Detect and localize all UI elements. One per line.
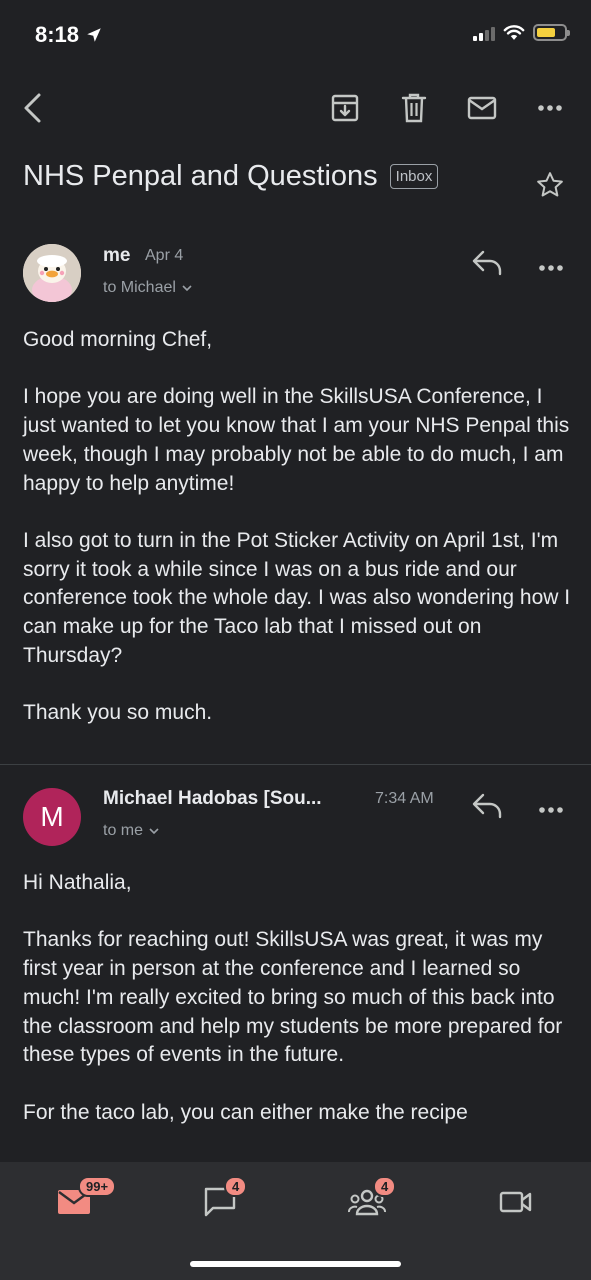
status-time: 8:18 bbox=[35, 22, 103, 48]
message-paragraph: I also got to turn in the Pot Sticker Ac… bbox=[23, 528, 571, 667]
mail-icon bbox=[467, 96, 497, 120]
reply-button[interactable] bbox=[470, 248, 504, 283]
message-paragraph: Good morning Chef, bbox=[23, 328, 213, 351]
reply-icon bbox=[472, 793, 502, 819]
chevron-down-icon bbox=[182, 285, 192, 292]
nav-spaces-button[interactable]: 4 bbox=[343, 1176, 397, 1222]
recipient-details[interactable]: to Michael bbox=[103, 279, 193, 297]
battery-icon bbox=[533, 24, 570, 41]
more-options-button[interactable] bbox=[532, 90, 568, 126]
nav-meet-button[interactable] bbox=[492, 1182, 540, 1222]
sender-name: Michael Hadobas [Sou... bbox=[103, 788, 322, 809]
delete-button[interactable] bbox=[396, 90, 432, 126]
more-horizontal-icon bbox=[539, 265, 563, 271]
message-more-button[interactable] bbox=[538, 259, 564, 277]
status-icons bbox=[473, 24, 570, 41]
star-icon bbox=[537, 172, 563, 197]
wifi-icon bbox=[503, 25, 525, 40]
nav-mail-button[interactable]: 99+ bbox=[50, 1176, 117, 1222]
chevron-down-icon bbox=[149, 828, 159, 835]
sender-name: me bbox=[103, 245, 131, 266]
message-paragraph: Thank you so much. bbox=[23, 701, 213, 725]
message-divider bbox=[0, 764, 591, 765]
video-camera-icon bbox=[499, 1191, 532, 1213]
archive-icon bbox=[331, 94, 359, 122]
cellular-signal-icon bbox=[473, 25, 495, 41]
home-indicator[interactable] bbox=[190, 1261, 401, 1267]
message-body: Good morning Chef, I hope you are doing … bbox=[23, 326, 573, 728]
reply-button[interactable] bbox=[470, 791, 504, 826]
recipient-details[interactable]: to me bbox=[103, 822, 160, 840]
location-arrow-icon bbox=[87, 28, 101, 42]
more-horizontal-icon bbox=[539, 807, 563, 813]
message-body: Hi Nathalia, Thanks for reaching out! Sk… bbox=[23, 869, 573, 1162]
back-arrow-icon bbox=[24, 93, 41, 123]
star-button[interactable] bbox=[535, 170, 565, 205]
message-paragraph: Thanks for reaching out! SkillsUSA was g… bbox=[23, 928, 563, 1067]
message-date: 7:34 AM bbox=[375, 790, 434, 807]
trash-icon bbox=[401, 93, 427, 123]
chat-unread-badge: 4 bbox=[224, 1176, 248, 1197]
more-horizontal-icon bbox=[538, 105, 562, 111]
nav-chat-button[interactable]: 4 bbox=[196, 1176, 248, 1222]
message-paragraph: I hope you are doing well in the SkillsU… bbox=[23, 385, 570, 495]
email-subject: NHS Penpal and Questions Inbox bbox=[23, 160, 439, 193]
message-date: Apr 4 bbox=[145, 247, 184, 264]
inbox-label-badge[interactable]: Inbox bbox=[389, 164, 439, 189]
back-button[interactable] bbox=[14, 90, 50, 126]
reply-icon bbox=[472, 250, 502, 276]
message-paragraph: Hi Nathalia, bbox=[23, 871, 132, 894]
spaces-unread-badge: 4 bbox=[373, 1176, 397, 1197]
avatar[interactable] bbox=[23, 244, 81, 302]
message-paragraph: For the taco lab, you can either make th… bbox=[23, 1100, 468, 1124]
message-more-button[interactable] bbox=[538, 801, 564, 819]
archive-button[interactable] bbox=[327, 90, 363, 126]
sender-avatar[interactable]: M bbox=[23, 788, 81, 846]
mail-unread-badge: 99+ bbox=[78, 1176, 117, 1197]
duck-doll-avatar-icon bbox=[23, 244, 81, 302]
mark-unread-button[interactable] bbox=[464, 90, 500, 126]
subject-text: NHS Penpal and Questions bbox=[23, 160, 378, 192]
